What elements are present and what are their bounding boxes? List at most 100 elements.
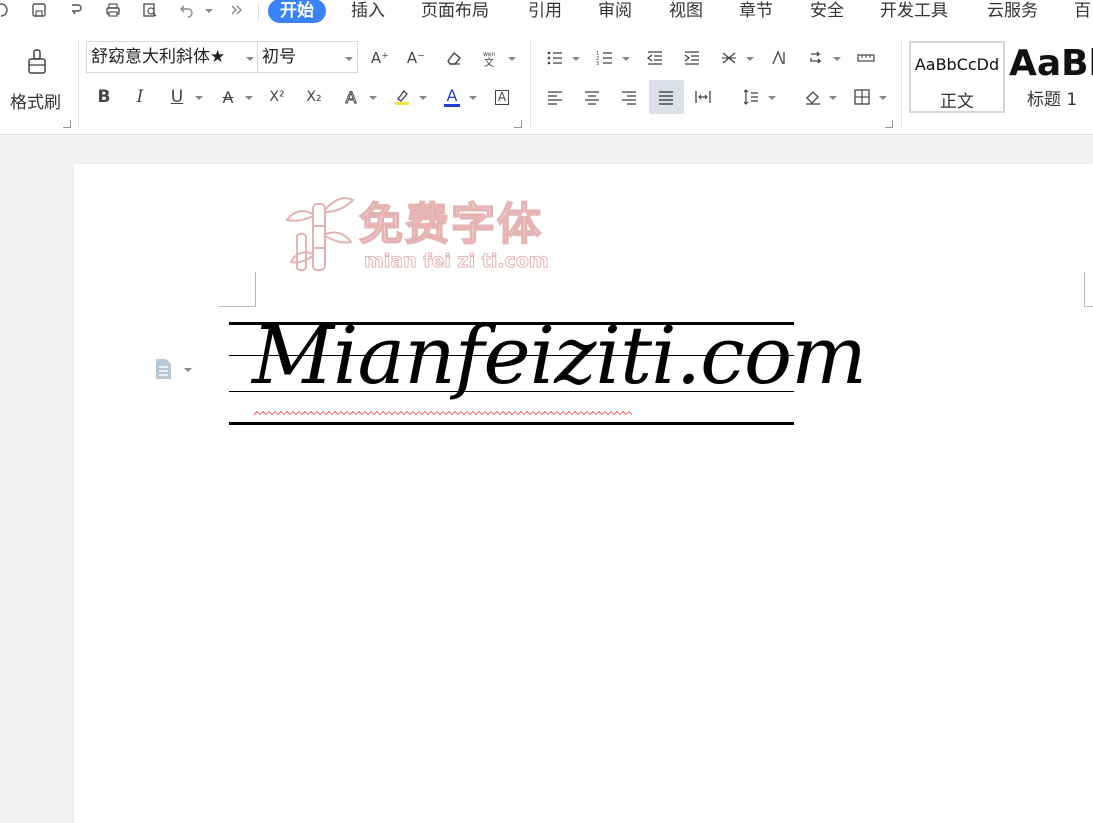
svg-text:3: 3	[596, 61, 599, 67]
style-normal-preview: AaBbCcDd	[914, 55, 1000, 74]
ribbon-separator	[901, 40, 902, 128]
watermark-title: 免费字体	[358, 198, 543, 251]
style-heading-1-preview: AaBb	[1009, 43, 1093, 84]
open-icon[interactable]	[0, 1, 10, 19]
paragraph-layout-icon[interactable]	[154, 358, 174, 380]
format-painter-button[interactable]: 格式刷	[4, 44, 70, 113]
style-heading-1-label: 标题 1	[1027, 90, 1078, 110]
style-normal-label: 正文	[940, 92, 974, 112]
tab-cloud-services[interactable]: 云服务	[987, 0, 1038, 22]
italic-icon[interactable]: I	[129, 86, 151, 108]
tab-page-layout[interactable]: 页面布局	[421, 0, 489, 22]
redo-format-icon[interactable]	[67, 1, 85, 19]
margin-mark-right	[1084, 272, 1093, 307]
print-preview-icon[interactable]	[141, 1, 159, 19]
align-left-icon[interactable]	[544, 86, 566, 108]
menu-bar: 开始 插入 页面布局 引用 审阅 视图 章节 安全 开发工具 云服务 百	[0, 0, 1093, 24]
shading-dropdown-icon[interactable]	[829, 94, 837, 102]
spellcheck-underline	[253, 400, 633, 416]
line-spacing-icon[interactable]	[740, 86, 762, 108]
menu-divider	[258, 3, 259, 21]
svg-text:文: 文	[484, 56, 494, 67]
subscript-icon[interactable]: X₂	[303, 86, 325, 108]
shading-icon[interactable]	[802, 86, 824, 108]
document-page[interactable]	[74, 164, 1093, 823]
font-size-select[interactable]: 初号	[257, 41, 358, 73]
text-effect-dropdown-icon[interactable]	[369, 94, 377, 102]
watermark-logo-icon	[283, 190, 357, 276]
font-name-value: 舒窈意大利斜体★	[91, 47, 226, 67]
tab-insert[interactable]: 插入	[351, 0, 385, 22]
paragraph-layout-dropdown-icon[interactable]	[184, 366, 192, 374]
ribbon-separator	[530, 40, 531, 128]
undo-dropdown-icon[interactable]	[205, 7, 213, 15]
char-border-glyph: A	[494, 89, 510, 105]
grow-font-icon[interactable]: A⁺	[369, 47, 391, 69]
decrease-indent-icon[interactable]	[644, 47, 666, 69]
align-center-icon[interactable]	[581, 86, 603, 108]
font-name-select[interactable]: 舒窈意大利斜体★	[86, 41, 258, 73]
tab-more[interactable]: 百	[1074, 0, 1091, 22]
align-right-icon[interactable]	[618, 86, 640, 108]
numbered-list-dropdown-icon[interactable]	[622, 55, 630, 63]
ribbon-separator	[78, 40, 79, 128]
justify-icon	[655, 86, 677, 108]
font-size-value: 初号	[262, 47, 296, 67]
tab-chapter[interactable]: 章节	[739, 0, 773, 22]
print-icon[interactable]	[104, 1, 122, 19]
show-marks-dropdown-icon[interactable]	[833, 55, 841, 63]
chinese-layout-dropdown-icon[interactable]	[746, 55, 754, 63]
font-color-dropdown-icon[interactable]	[469, 94, 477, 102]
chinese-layout-icon[interactable]	[718, 47, 740, 69]
more-quick-access-icon[interactable]	[228, 1, 246, 19]
shrink-font-icon[interactable]: A⁻	[405, 47, 427, 69]
phonetic-guide-icon[interactable]: wen 文	[479, 47, 501, 69]
watermark-subtitle: mian fei zi ti.com	[364, 250, 550, 273]
margin-mark-left	[219, 272, 256, 307]
tab-security[interactable]: 安全	[810, 0, 844, 22]
superscript-icon[interactable]: X²	[266, 86, 288, 108]
body-text[interactable]: Mianfeiziti.com	[252, 306, 867, 406]
bullet-list-icon[interactable]	[544, 47, 566, 69]
show-marks-icon[interactable]	[805, 47, 827, 69]
strikethrough-dropdown-icon[interactable]	[245, 94, 253, 102]
tab-home[interactable]: 开始	[268, 0, 326, 23]
tab-view[interactable]: 视图	[669, 0, 703, 22]
char-border-icon[interactable]: A	[491, 86, 513, 108]
font-name-dropdown-icon[interactable]	[246, 55, 254, 63]
line-spacing-dropdown-icon[interactable]	[768, 94, 776, 102]
format-painter-label: 格式刷	[10, 93, 61, 113]
font-size-dropdown-icon[interactable]	[345, 55, 353, 63]
tab-review[interactable]: 审阅	[598, 0, 632, 22]
undo-icon[interactable]	[178, 1, 196, 19]
tab-ruler-icon[interactable]	[855, 47, 877, 69]
distributed-align-icon[interactable]	[692, 86, 714, 108]
underline-icon[interactable]: U	[166, 86, 188, 108]
font-color-glyph: A	[446, 85, 458, 105]
bold-icon[interactable]: B	[93, 86, 115, 108]
phonetic-dropdown-icon[interactable]	[508, 55, 516, 63]
clipboard-group-launcher[interactable]	[63, 120, 71, 128]
tab-developer[interactable]: 开发工具	[880, 0, 948, 22]
bullet-list-dropdown-icon[interactable]	[572, 55, 580, 63]
paragraph-group-launcher[interactable]	[885, 120, 893, 128]
font-group-launcher[interactable]	[514, 120, 522, 128]
text-effect-icon[interactable]: A	[340, 86, 362, 108]
increase-indent-icon[interactable]	[681, 47, 703, 69]
highlight-icon[interactable]	[391, 86, 413, 108]
highlight-dropdown-icon[interactable]	[419, 94, 427, 102]
style-normal[interactable]: AaBbCcDd 正文	[909, 41, 1005, 113]
save-icon[interactable]	[30, 1, 48, 19]
font-color-icon[interactable]: A	[441, 84, 463, 106]
underline-dropdown-icon[interactable]	[195, 94, 203, 102]
clear-format-icon[interactable]	[443, 47, 465, 69]
sort-icon[interactable]	[768, 47, 790, 69]
strikethrough-icon[interactable]: A	[217, 86, 239, 108]
borders-dropdown-icon[interactable]	[879, 94, 887, 102]
tab-references[interactable]: 引用	[528, 0, 562, 22]
style-heading-1[interactable]: AaBb 标题 1	[1006, 41, 1093, 113]
borders-icon[interactable]	[851, 86, 873, 108]
numbered-list-icon[interactable]: 123	[594, 47, 616, 69]
justify-button[interactable]	[649, 80, 684, 114]
svg-text:wen: wen	[483, 51, 496, 58]
